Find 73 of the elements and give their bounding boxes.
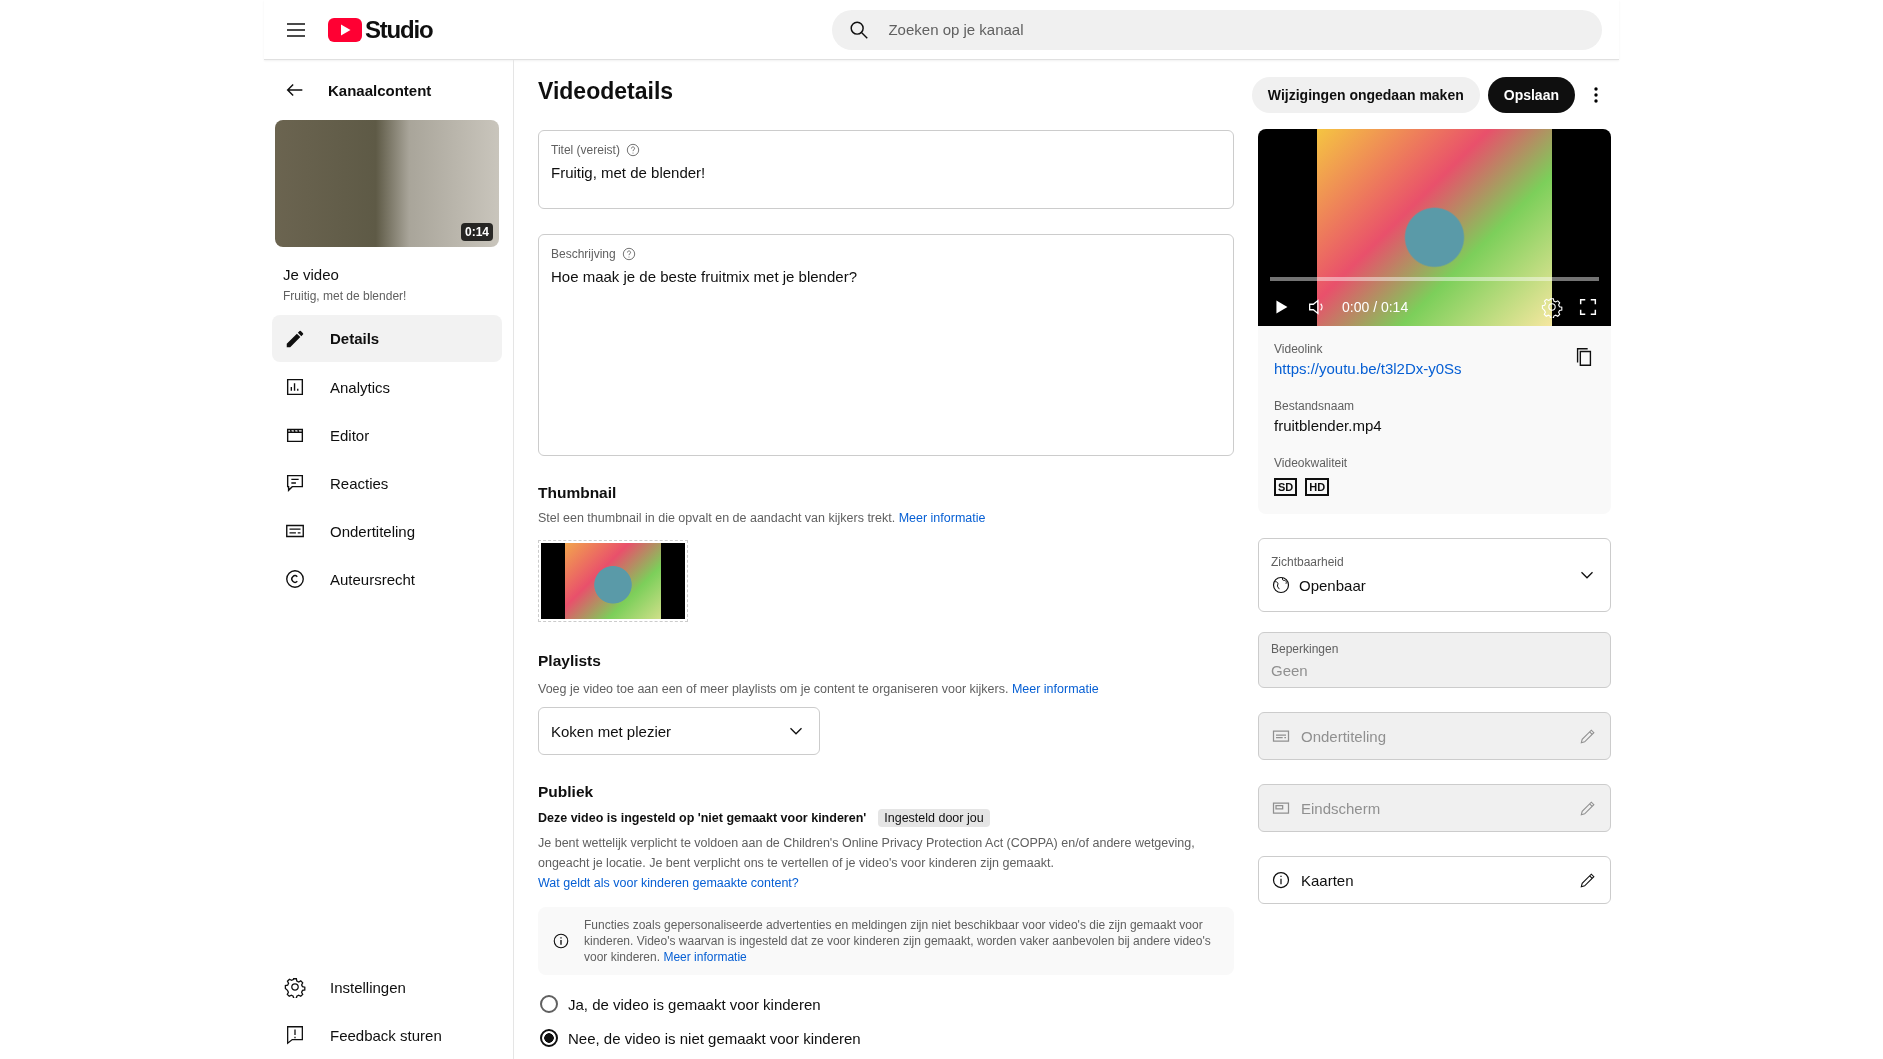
progress-bar[interactable] bbox=[1270, 277, 1599, 281]
more-options-icon[interactable] bbox=[1593, 85, 1599, 105]
audience-status: Deze video is ingesteld op 'niet gemaakt voor kinderen' bbox=[538, 811, 867, 825]
learn-more-link[interactable]: Meer informatie bbox=[663, 950, 747, 964]
gear-icon bbox=[284, 976, 306, 998]
page-title: Videodetails bbox=[538, 77, 675, 106]
field-label: Beperkingen bbox=[1271, 641, 1339, 656]
gear-icon[interactable] bbox=[1541, 296, 1563, 318]
duration-badge: 0:14 bbox=[460, 223, 493, 241]
kids-content-link[interactable]: Wat geldt als voor kinderen gemaakte content? bbox=[538, 876, 799, 890]
set-by-you-tag: Ingesteld door jou bbox=[878, 809, 990, 827]
info-icon bbox=[1271, 870, 1291, 890]
help-icon[interactable] bbox=[625, 143, 640, 157]
learn-more-link[interactable]: Meer informatie bbox=[898, 511, 986, 525]
save-button[interactable]: Opslaan bbox=[1487, 77, 1575, 113]
undo-changes-button[interactable]: Wijzigingen ongedaan maken bbox=[1251, 77, 1480, 113]
video-title: Fruitig, met de blender! bbox=[283, 289, 408, 303]
field-value: Openbaar bbox=[1299, 576, 1366, 594]
visibility-dropdown[interactable]: Zichtbaarheid Openbaar bbox=[1258, 538, 1611, 612]
section-heading: Playlists bbox=[538, 652, 602, 670]
sidebar-item[interactable]: Auteursrecht bbox=[272, 555, 502, 603]
notice-text: Functies zoals gepersonaliseerde advertenties en meldingen zijn niet beschikbaar voor video's die zijn gemaakt voor kinderen. Video's waarvan is ingesteld dat ze voor kinderen zijn gemaakt, worden vaker aanbevolen bij andere video's voor kinderen. Meer informatie bbox=[584, 917, 1212, 965]
coppa-paragraph: Je bent wettelijk verplicht te voldoen aan de Children's Online Privacy Protection Act (COPPA) en/of andere wetgeving, ongeacht je locatie. Je bent verplicht ons te vertellen of je video's voor kinderen zijn gemaakt. Wat geldt als voor kinderen gemaakte content? bbox=[538, 835, 1196, 892]
field-label: Beschrijving bbox=[551, 247, 616, 261]
field-value: Hoe maak je de beste fruitmix met je blender? bbox=[551, 268, 858, 285]
sidebar-item[interactable]: Instellingen bbox=[272, 963, 502, 1011]
bar-chart-icon bbox=[284, 376, 306, 398]
title-field[interactable]: Titel (vereist) Fruitig, met de blender! bbox=[538, 130, 1234, 209]
field-label: Titel (vereist) bbox=[551, 143, 620, 157]
radio-label[interactable]: Nee, de video is niet gemaakt voor kinderen bbox=[568, 1029, 861, 1047]
field-value: Fruitig, met de blender! bbox=[551, 164, 707, 181]
quality-badge: HD bbox=[1305, 478, 1330, 496]
copyright-icon bbox=[284, 568, 306, 590]
learn-more-link[interactable]: Meer informatie bbox=[1011, 682, 1099, 696]
video-thumbnail-photo-placeholder[interactable]: 0:14 bbox=[275, 120, 499, 247]
sidebar-item[interactable]: Reacties bbox=[272, 459, 502, 507]
search-field[interactable]: Zoeken op je kanaal bbox=[832, 9, 1603, 50]
playlist-dropdown[interactable]: Koken met plezier bbox=[538, 707, 820, 755]
sidebar-item[interactable]: Ondertiteling bbox=[272, 507, 502, 555]
sidebar-item[interactable]: Details bbox=[272, 315, 502, 362]
play-logo-icon bbox=[328, 17, 362, 42]
fullscreen-icon[interactable] bbox=[1577, 296, 1599, 318]
info-label: Bestandsnaam bbox=[1274, 399, 1356, 413]
pencil-icon[interactable] bbox=[1578, 870, 1598, 890]
comment-icon bbox=[284, 472, 306, 494]
logo-text: Studio bbox=[365, 15, 433, 44]
radio-label[interactable]: Ja, de video is gemaakt voor kinderen bbox=[568, 995, 821, 1013]
section-description: Voeg je video toe aan een of meer playlists om je content te organiseren voor kijkers. Meer informatie bbox=[538, 681, 1100, 698]
video-link[interactable]: https://youtu.be/t3l2Dx-y0Ss bbox=[1274, 360, 1462, 377]
player-time: 0:00 / 0:14 bbox=[1342, 299, 1409, 315]
info-label: Videokwaliteit bbox=[1274, 456, 1349, 470]
feedback-icon bbox=[284, 1024, 306, 1046]
radio-button[interactable] bbox=[540, 995, 558, 1013]
video-heading: Je video bbox=[283, 266, 340, 283]
file-name: fruitblender.mp4 bbox=[1274, 417, 1383, 434]
globe-icon bbox=[1271, 575, 1291, 595]
thumbnail-picture[interactable] bbox=[538, 540, 688, 622]
help-icon[interactable] bbox=[621, 247, 636, 261]
field-label: Zichtbaarheid bbox=[1271, 555, 1345, 569]
section-heading: Publiek bbox=[538, 783, 595, 801]
sidebar-item[interactable]: Editor bbox=[272, 411, 502, 459]
field-value: Geen bbox=[1271, 661, 1309, 679]
description-field[interactable]: Beschrijving Hoe maak je de beste fruitmix met je blender? bbox=[538, 234, 1234, 456]
editor-row[interactable]: Kaarten bbox=[1258, 856, 1611, 904]
section-heading: Thumbnail bbox=[538, 484, 618, 502]
sidebar-item[interactable]: Analytics bbox=[272, 363, 502, 411]
info-label: Videolink bbox=[1274, 342, 1324, 356]
info-icon bbox=[552, 932, 570, 950]
section-description: Stel een thumbnail in die opvalt en de aandacht van kijkers trekt. Meer informatie bbox=[538, 510, 987, 527]
back-label[interactable]: Kanaalcontent bbox=[328, 81, 432, 99]
radio-button[interactable] bbox=[540, 1029, 558, 1047]
quality-badge: SD bbox=[1274, 478, 1298, 496]
sidebar-item[interactable]: Feedback sturen bbox=[272, 1011, 502, 1059]
